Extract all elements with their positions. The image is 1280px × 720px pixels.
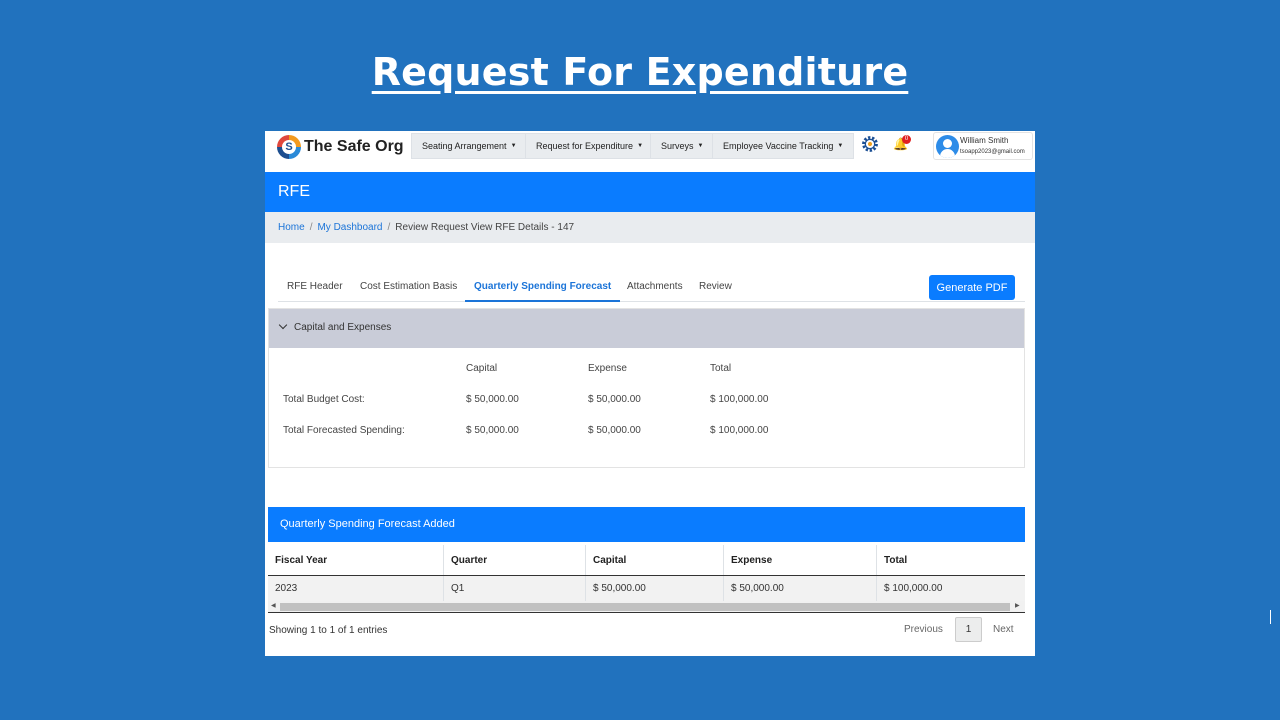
tab-attachments[interactable]: Attachments	[618, 277, 692, 302]
breadcrumb-separator: /	[387, 222, 391, 233]
app-window: S The Safe Org Seating Arrangement ▼ Requ…	[265, 131, 1035, 656]
caret-down-icon: ▼	[697, 143, 704, 149]
user-profile[interactable]: William Smith tsoapp2023@gmail.com	[933, 132, 1033, 160]
user-name: William Smith	[960, 136, 1009, 145]
breadcrumb-current: Review Request View RFE Details - 147	[395, 222, 575, 233]
entries-info: Showing 1 to 1 of 1 entries	[269, 625, 388, 636]
breadcrumb: Home / My Dashboard / Review Request View RF…	[265, 212, 1035, 243]
breadcrumb-dashboard[interactable]: My Dashboard	[317, 222, 382, 233]
tab-bar: RFE Header Cost Estimation Basis Quarter…	[278, 277, 1025, 302]
tab-review[interactable]: Review	[690, 277, 741, 302]
scroll-right-icon[interactable]: ▶	[1015, 602, 1020, 609]
pagination-previous[interactable]: Previous	[904, 624, 943, 635]
pagination-page-1[interactable]: 1	[955, 617, 982, 642]
nav-menu-seating-arrangement[interactable]: Seating Arrangement ▼	[411, 133, 528, 159]
generate-pdf-button[interactable]: Generate PDF	[929, 275, 1015, 300]
tab-rfe-header[interactable]: RFE Header	[278, 277, 352, 302]
chevron-down-icon	[278, 320, 288, 330]
column-header-capital[interactable]: Capital	[586, 545, 724, 575]
nav-menu-label: Surveys	[661, 141, 694, 151]
row-label: Total Forecasted Spending:	[283, 425, 405, 436]
expense-value: $ 50,000.00	[588, 425, 641, 436]
column-header-capital: Capital	[466, 363, 498, 374]
row-label: Total Budget Cost:	[283, 394, 365, 405]
divider	[1270, 610, 1271, 624]
user-email: tsoapp2023@gmail.com	[960, 149, 1025, 155]
top-navbar: S The Safe Org Seating Arrangement ▼ Requ…	[265, 131, 1035, 172]
breadcrumb-separator: /	[309, 222, 313, 233]
scroll-thumb[interactable]	[280, 603, 1010, 611]
caret-down-icon: ▼	[637, 143, 644, 149]
cell-expense: $ 50,000.00	[724, 576, 877, 602]
nav-menu-employee-vaccine-tracking[interactable]: Employee Vaccine Tracking ▼	[712, 133, 855, 159]
column-header-expense[interactable]: Expense	[724, 545, 877, 575]
column-header-total[interactable]: Total	[877, 545, 1025, 575]
expense-value: $ 50,000.00	[588, 394, 641, 405]
logo-icon: S	[277, 135, 301, 159]
table-row: 2023 Q1 $ 50,000.00 $ 50,000.00 $ 100,00…	[268, 576, 1025, 602]
cell-quarter: Q1	[444, 576, 586, 602]
caret-down-icon: ▼	[837, 143, 844, 149]
cell-fiscal-year: 2023	[268, 576, 444, 602]
horizontal-scrollbar[interactable]: ◀ ▶	[268, 601, 1025, 613]
notification-badge: 0	[902, 135, 911, 144]
breadcrumb-home[interactable]: Home	[278, 222, 305, 233]
slide-title: Request For Expenditure	[371, 50, 909, 94]
column-header-fiscal-year[interactable]: Fiscal Year	[268, 545, 444, 575]
column-header-quarter[interactable]: Quarter	[444, 545, 586, 575]
caret-down-icon: ▼	[510, 143, 517, 149]
capital-value: $ 50,000.00	[466, 394, 519, 405]
logo[interactable]: S The Safe Org	[277, 133, 404, 161]
capital-expenses-card: Capital and Expenses Capital Expense Tot…	[268, 308, 1025, 468]
nav-menu-surveys[interactable]: Surveys ▼	[650, 133, 715, 159]
cell-capital: $ 50,000.00	[586, 576, 724, 602]
total-value: $ 100,000.00	[710, 394, 769, 405]
quarterly-section-header: Quarterly Spending Forecast Added	[268, 507, 1025, 542]
column-header-total: Total	[710, 363, 732, 374]
table-header-row: Fiscal Year Quarter Capital Expense Tota…	[268, 545, 1025, 576]
cell-total: $ 100,000.00	[884, 583, 943, 594]
nav-menu-label: Seating Arrangement	[422, 141, 507, 151]
tab-quarterly-spending-forecast[interactable]: Quarterly Spending Forecast	[465, 277, 621, 302]
page-header: RFE	[265, 172, 1035, 212]
nav-menu-label: Request for Expenditure	[536, 141, 634, 151]
logo-text: The Safe Org	[304, 138, 404, 155]
capital-expenses-toggle[interactable]: Capital and Expenses	[269, 309, 1024, 348]
column-header-expense: Expense	[588, 363, 627, 374]
nav-menu-label: Employee Vaccine Tracking	[723, 141, 834, 151]
scroll-left-icon[interactable]: ◀	[271, 602, 276, 609]
avatar	[936, 135, 959, 158]
card-title: Capital and Expenses	[294, 322, 392, 333]
tab-cost-estimation-basis[interactable]: Cost Estimation Basis	[351, 277, 466, 302]
total-value: $ 100,000.00	[710, 425, 769, 436]
nav-menu-request-for-expenditure[interactable]: Request for Expenditure ▼	[525, 133, 655, 159]
pagination-next[interactable]: Next	[993, 624, 1014, 635]
gear-icon[interactable]	[861, 135, 879, 153]
capital-value: $ 50,000.00	[466, 425, 519, 436]
